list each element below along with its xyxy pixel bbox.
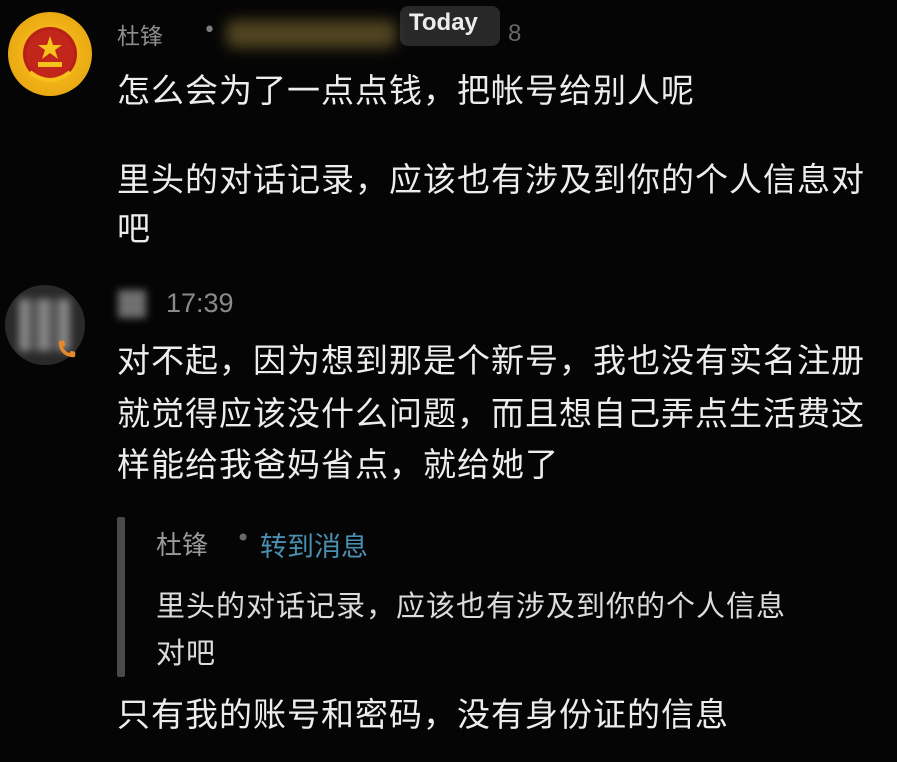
message-text: 就觉得应该没什么问题，而且想自己弄点生活费这 (117, 394, 865, 433)
message-text: 里头的对话记录，应该也有涉及到你的个人信息对 (117, 160, 865, 199)
sender-name-masked (118, 290, 146, 318)
jump-to-message-link[interactable]: 转到消息 (260, 525, 368, 564)
quote-text: 对吧 (156, 636, 217, 670)
message-time: 17:39 (166, 288, 234, 318)
message-text: 对不起，因为想到那是个新号，我也没有实名注册 (117, 341, 865, 380)
police-emblem-icon (26, 30, 74, 82)
separator-dot: • (203, 18, 216, 43)
message-text: 只有我的账号和密码，没有身份证的信息 (117, 695, 729, 734)
separator-dot: • (236, 524, 251, 552)
message-time: 8 (508, 20, 522, 47)
message-text: 样能给我爸妈省点，就给她了 (117, 445, 559, 484)
date-divider-label: Today (409, 9, 478, 36)
message-text: 怎么会为了一点点钱，把帐号给别人呢 (117, 71, 695, 110)
quote-sender: 杜锋 (156, 531, 209, 561)
quote-bar (117, 517, 125, 677)
phone-icon (58, 340, 76, 358)
masked-info (226, 20, 396, 48)
sender-name[interactable]: 杜锋 (117, 17, 163, 51)
quote-text: 里头的对话记录，应该也有涉及到你的个人信息 (156, 589, 787, 623)
message-text: 吧 (117, 209, 151, 248)
avatar-police[interactable] (8, 12, 92, 96)
